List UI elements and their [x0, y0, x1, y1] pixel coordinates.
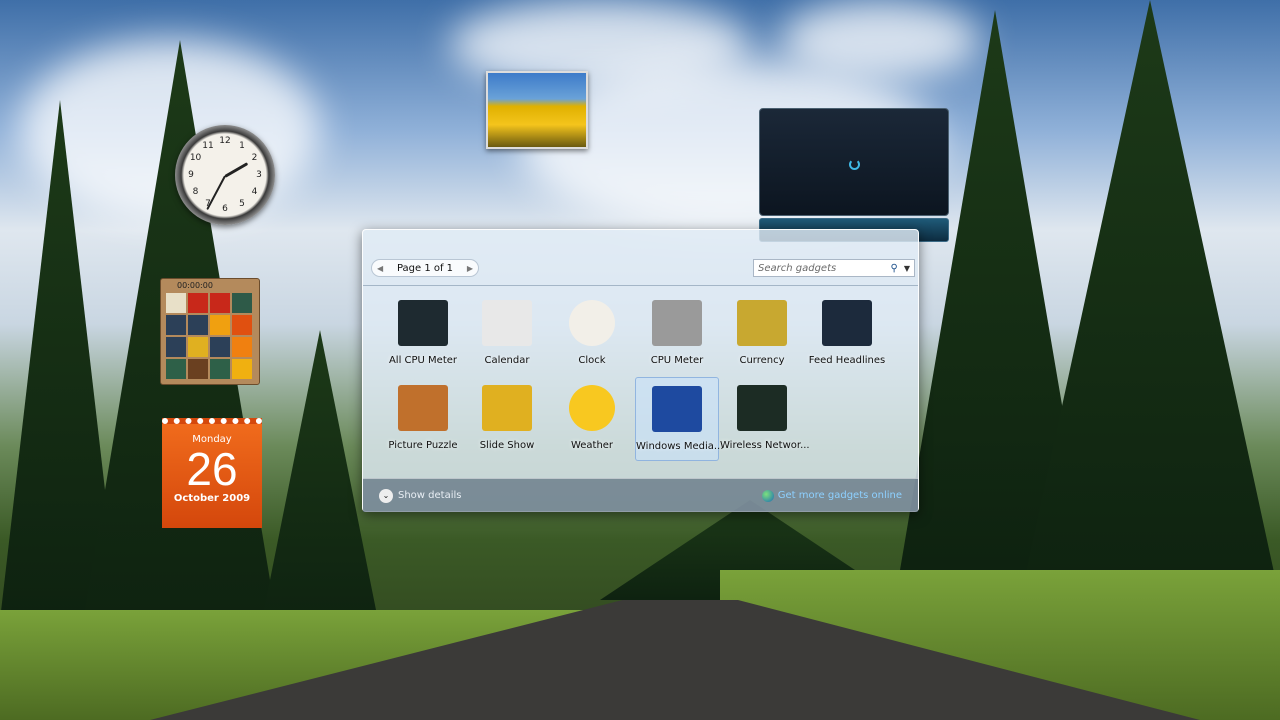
- gadget-thumbnail-icon: [737, 385, 787, 431]
- gadget-thumbnail-icon: [482, 385, 532, 431]
- clock-numeral: 7: [205, 199, 211, 210]
- gadget-label: Weather: [570, 440, 614, 451]
- gadget-label: All CPU Meter: [388, 355, 458, 366]
- gadget-thumbnail-icon: [737, 300, 787, 346]
- gadget-item[interactable]: Feed Headlines: [805, 292, 889, 376]
- calendar-month-year: October 2009: [173, 493, 251, 504]
- clock-numeral: 11: [202, 140, 214, 151]
- chevron-down-icon[interactable]: ⌄: [379, 488, 393, 503]
- get-more-gadgets-label: Get more gadgets online: [777, 490, 902, 501]
- puzzle-grid[interactable]: [166, 293, 259, 379]
- calendar-day: 26: [186, 443, 238, 495]
- calendar-gadget[interactable]: Monday 26 October 2009: [162, 418, 262, 528]
- clock-numeral: 5: [239, 199, 245, 210]
- previous-page-button[interactable]: ◀: [377, 264, 383, 273]
- gallery-footer: ⌄ Show details Get more gadgets online: [363, 478, 918, 512]
- gadget-thumbnail-icon: [569, 385, 615, 431]
- gadget-item[interactable]: Windows Media...: [635, 377, 724, 461]
- clock-numeral: 9: [188, 170, 194, 180]
- picture-puzzle-gadget[interactable]: 00:00:00: [160, 278, 260, 385]
- gadget-item[interactable]: Currency: [720, 292, 804, 376]
- gadget-label: Currency: [739, 355, 785, 366]
- gadget-item[interactable]: Wireless Networ...: [720, 377, 810, 461]
- clock-numeral: 1: [239, 140, 245, 151]
- clock-numeral: 2: [251, 153, 258, 163]
- gadget-label: CPU Meter: [650, 355, 704, 366]
- gadget-label: Windows Media...: [636, 441, 724, 452]
- clock-numeral: 12: [219, 136, 231, 146]
- show-details-button[interactable]: Show details: [398, 490, 461, 501]
- gadget-thumbnail-icon: [822, 300, 872, 346]
- gadget-item[interactable]: Slide Show: [465, 377, 549, 461]
- gadget-label: Calendar: [484, 355, 530, 366]
- gadget-item[interactable]: Weather: [550, 377, 634, 461]
- gadget-label: Feed Headlines: [808, 355, 886, 366]
- gadget-thumbnail-icon: [652, 300, 702, 346]
- search-icon[interactable]: ⚲: [891, 263, 898, 274]
- gadget-label: Wireless Networ...: [720, 440, 810, 451]
- puzzle-timer: 00:00:00: [177, 281, 213, 290]
- gadget-gallery-window: ◀ Page 1 of 1 ▶ Search gadgets ⚲ ▼ All C…: [362, 229, 919, 512]
- gadget-item[interactable]: Clock: [550, 292, 634, 376]
- clock-numeral: 3: [256, 170, 262, 180]
- next-page-button[interactable]: ▶: [467, 264, 473, 273]
- gadget-item[interactable]: All CPU Meter: [381, 292, 465, 376]
- chevron-down-icon[interactable]: ▼: [904, 264, 910, 273]
- globe-icon: [761, 489, 774, 502]
- clock-gadget[interactable]: 12 1 2 3 4 5 6 7 8 9 10 11: [175, 125, 275, 225]
- clock-numeral: 4: [251, 187, 258, 197]
- gadget-thumbnail-icon: [398, 300, 448, 346]
- gadget-thumbnail-icon: [398, 385, 448, 431]
- clock-numeral: 6: [222, 204, 228, 214]
- gadget-label: Picture Puzzle: [388, 440, 458, 451]
- gadget-item[interactable]: Picture Puzzle: [381, 377, 465, 461]
- divider: [363, 285, 918, 286]
- search-gadgets-input[interactable]: Search gadgets ⚲ ▼: [753, 259, 915, 277]
- gadget-item[interactable]: Calendar: [465, 292, 549, 376]
- gadget-thumbnail-icon: [482, 300, 532, 346]
- pager: ◀ Page 1 of 1 ▶: [371, 259, 479, 277]
- gadget-label: Clock: [578, 355, 606, 366]
- search-placeholder: Search gadgets: [758, 262, 837, 274]
- loading-spinner-icon: [849, 159, 860, 170]
- page-label: Page 1 of 1: [396, 262, 454, 274]
- hour-hand: [224, 162, 249, 178]
- clock-numeral: 8: [192, 187, 199, 197]
- slide-show-gadget[interactable]: [486, 71, 588, 149]
- gadget-thumbnail-icon: [652, 386, 702, 432]
- clock-numeral: 10: [189, 153, 202, 163]
- gadget-label: Slide Show: [479, 440, 535, 451]
- gadget-thumbnail-icon: [569, 300, 615, 346]
- gadget-item[interactable]: CPU Meter: [635, 292, 719, 376]
- get-more-gadgets-link[interactable]: Get more gadgets online: [761, 489, 902, 502]
